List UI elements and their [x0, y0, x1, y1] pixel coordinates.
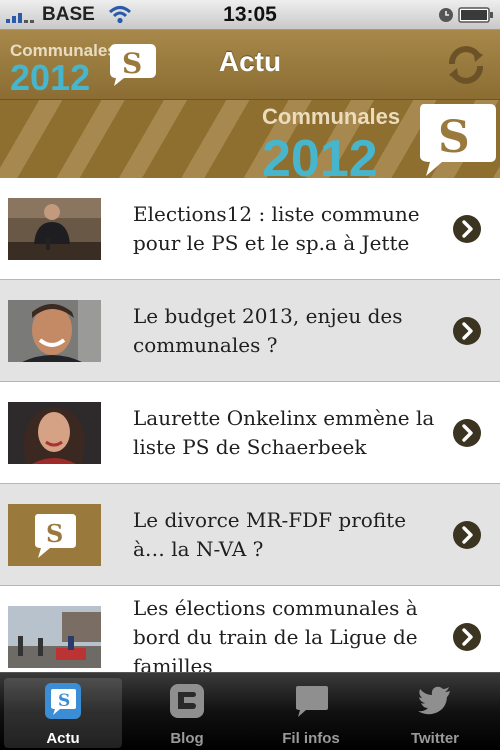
tab-fil-infos[interactable]: Fil infos [252, 678, 370, 748]
article-thumbnail: S [8, 504, 101, 566]
tab-label: Fil infos [282, 730, 340, 747]
article-thumbnail [8, 198, 101, 260]
tab-label: Actu [46, 730, 80, 747]
chevron-right-icon [453, 419, 481, 447]
nav-bar: Communales 2012 S Actu [0, 30, 500, 100]
article-title: Les élections communales à bord du train… [133, 596, 418, 672]
twitter-bird-icon [418, 686, 450, 715]
tab-label: Twitter [410, 730, 460, 747]
status-time: 13:05 [223, 3, 277, 26]
list-item[interactable]: Les élections communales à bord du train… [0, 586, 500, 672]
status-bar: BASE 13:05 [0, 0, 500, 30]
svg-text:S: S [438, 112, 470, 163]
tab-twitter[interactable]: Twitter [376, 678, 494, 748]
chevron-right-icon [453, 317, 481, 345]
tab-actu[interactable]: S Actu [4, 678, 122, 748]
alarm-clock-icon [439, 8, 453, 22]
refresh-button[interactable] [442, 42, 490, 88]
list-item[interactable]: Le budget 2013, enjeu des communales ? [0, 280, 500, 382]
article-thumbnail [8, 402, 101, 464]
article-list: Elections12 : liste commune pour le PS e… [0, 178, 500, 672]
tab-bar: S Actu Blog Fil infos Twitter [0, 672, 500, 750]
svg-text:S: S [58, 691, 70, 711]
article-thumbnail [8, 606, 101, 668]
blogger-icon [170, 684, 204, 718]
list-item[interactable]: S Le divorce MR-FDF profite à… la N-VA ? [0, 484, 500, 586]
article-title: Laurette Onkelinx emmène la liste PS de … [133, 406, 435, 459]
banner: Communales 2012 S [0, 100, 500, 178]
speech-bubble-icon [296, 686, 328, 717]
svg-text:2012: 2012 [262, 130, 378, 178]
refresh-icon [449, 46, 483, 84]
s-logo-icon: S [45, 683, 81, 719]
svg-text:Communales: Communales [262, 104, 400, 129]
article-title: Le budget 2013, enjeu des communales ? [133, 304, 403, 357]
list-item[interactable]: Laurette Onkelinx emmène la liste PS de … [0, 382, 500, 484]
article-title: Elections12 : liste commune pour le PS e… [133, 202, 420, 255]
chevron-right-icon [453, 215, 481, 243]
tab-label: Blog [170, 730, 204, 747]
list-item[interactable]: Elections12 : liste commune pour le PS e… [0, 178, 500, 280]
chevron-right-icon [453, 623, 481, 651]
chevron-right-icon [453, 521, 481, 549]
svg-text:S: S [46, 519, 63, 548]
tab-blog[interactable]: Blog [128, 678, 246, 748]
s-logo-placeholder: S [8, 504, 101, 566]
page-title: Actu [218, 46, 282, 77]
battery-icon [458, 7, 493, 23]
article-thumbnail [8, 300, 101, 362]
article-title: Le divorce MR-FDF profite à… la N-VA ? [133, 508, 407, 561]
banner-logo: Communales 2012 S [262, 104, 496, 178]
